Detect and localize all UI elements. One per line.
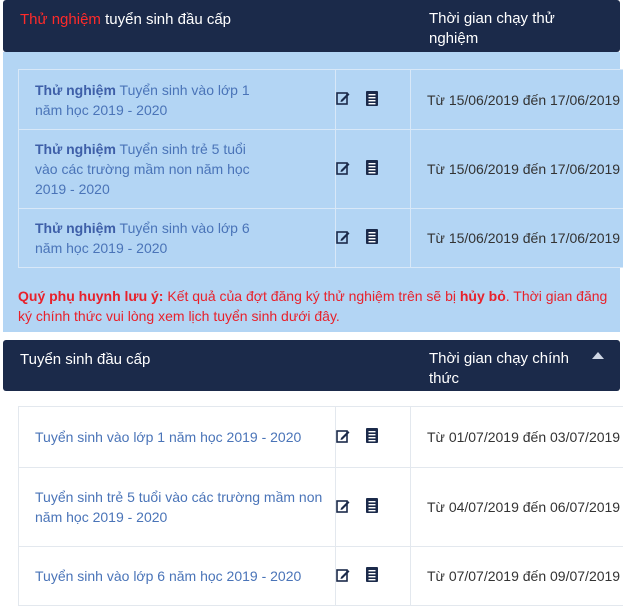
table-row: Thử nghiệm Tuyển sinh trẻ 5 tuổi vào các… [18,129,623,209]
trial-time-column-header: Thời gian chạy thử nghiệm [429,10,555,47]
table-row: Tuyển sinh vào lớp 1 năm học 2019 - 2020… [18,406,623,468]
document-icon[interactable] [366,428,378,446]
trial-header: Thử nghiệm tuyển sinh đầu cấp Thời gian … [3,0,620,52]
trial-row-time: Từ 15/06/2019 đến 17/06/2019 [410,69,623,130]
notice-label: Quý phụ huynh lưu ý: [18,288,164,304]
trial-row-name[interactable]: Thử nghiệm Tuyển sinh vào lớp 1 năm học … [18,69,336,130]
document-icon[interactable] [366,567,378,585]
caret-up-icon[interactable] [592,352,604,359]
edit-icon[interactable] [336,230,350,247]
official-row-time: Từ 07/07/2019 đến 09/07/2019 [410,546,623,606]
edit-icon[interactable] [336,91,350,108]
document-icon[interactable] [366,229,378,247]
edit-icon[interactable] [336,568,350,585]
table-row: Thử nghiệm Tuyển sinh vào lớp 6 năm học … [18,208,623,268]
trial-row-time: Từ 15/06/2019 đến 17/06/2019 [410,129,623,209]
official-row-name[interactable]: Tuyển sinh vào lớp 6 năm học 2019 - 2020 [18,546,336,606]
edit-icon[interactable] [336,429,350,446]
official-header: Tuyển sinh đầu cấp Thời gian chạy chính … [3,340,620,391]
trial-prefix: Thử nghiệm [35,81,116,98]
row-actions [335,406,411,468]
trial-row-name[interactable]: Thử nghiệm Tuyển sinh vào lớp 6 năm học … [18,208,336,268]
document-icon[interactable] [366,160,378,178]
row-actions [335,467,411,547]
official-header-title: Tuyển sinh đầu cấp [20,351,151,368]
trial-title-rest: tuyển sinh đầu cấp [100,11,232,28]
table-row: Tuyển sinh trẻ 5 tuổi vào các trường mầm… [18,467,623,547]
parent-notice: Quý phụ huynh lưu ý: Kết quả của đợt đăn… [18,286,608,326]
trial-prefix: Thử nghiệm [35,220,116,236]
official-row-name[interactable]: Tuyển sinh trẻ 5 tuổi vào các trường mầm… [18,467,336,547]
document-icon[interactable] [366,498,378,516]
row-actions [335,208,411,268]
table-row: Thử nghiệm Tuyển sinh vào lớp 1 năm học … [18,69,623,130]
notice-cancel: hủy bỏ [459,288,506,304]
row-actions [335,546,411,606]
document-icon[interactable] [366,90,378,109]
official-time-column-header: Thời gian chạy chính thức [429,350,569,387]
edit-icon[interactable] [336,499,350,516]
row-actions [335,129,411,209]
trial-table: Thử nghiệm Tuyển sinh vào lớp 1 năm học … [18,69,623,268]
edit-icon[interactable] [336,161,350,178]
notice-text-1: Kết quả của đợt đăng ký thử nghiệm trên … [163,288,460,304]
row-actions [335,69,411,130]
table-row: Tuyển sinh vào lớp 6 năm học 2019 - 2020… [18,546,623,606]
official-row-time: Từ 01/07/2019 đến 03/07/2019 [410,406,623,468]
trial-highlight: Thử nghiệm [20,11,101,28]
trial-header-title: Thử nghiệm tuyển sinh đầu cấp [20,9,231,30]
official-table: Tuyển sinh vào lớp 1 năm học 2019 - 2020… [18,406,623,606]
trial-row-name[interactable]: Thử nghiệm Tuyển sinh trẻ 5 tuổi vào các… [18,129,336,209]
official-row-time: Từ 04/07/2019 đến 06/07/2019 [410,467,623,547]
trial-prefix: Thử nghiệm [35,141,116,157]
official-row-name[interactable]: Tuyển sinh vào lớp 1 năm học 2019 - 2020 [18,406,336,468]
trial-row-time: Từ 15/06/2019 đến 17/06/2019 [410,208,623,268]
